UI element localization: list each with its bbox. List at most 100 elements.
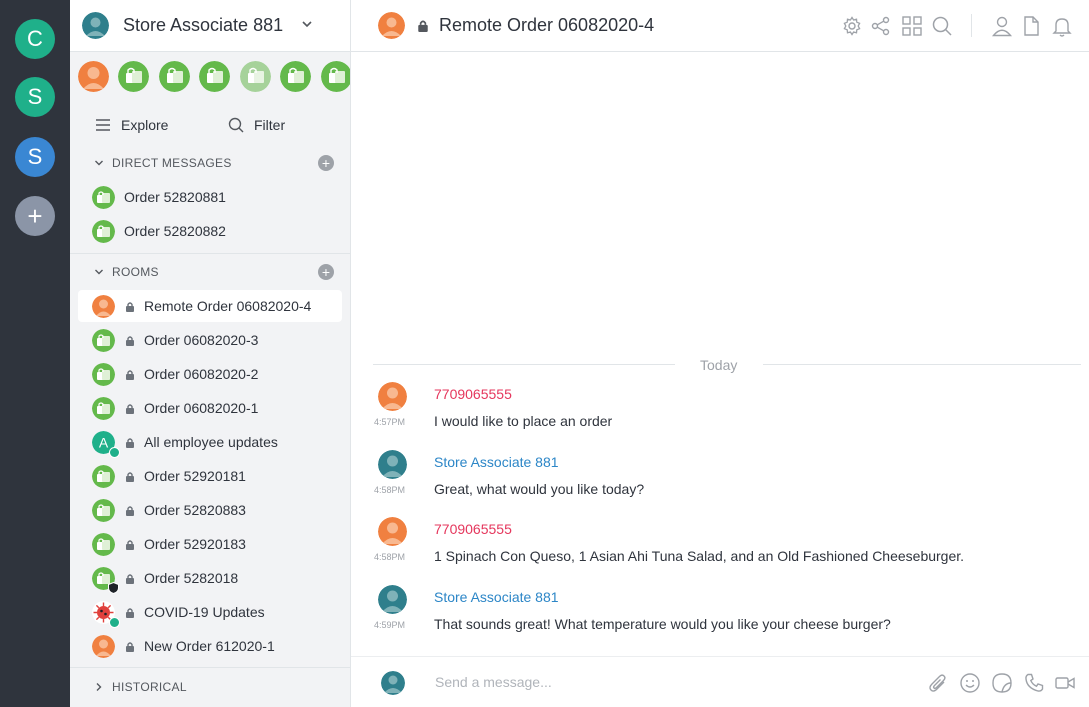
message-composer — [351, 656, 1089, 707]
share-icon[interactable] — [870, 15, 892, 37]
room-avatar[interactable] — [378, 12, 405, 39]
room-item-covid-19-updates[interactable]: COVID-19 Updates — [78, 596, 342, 628]
dm-item-order-52820882[interactable]: Order 52820882 — [78, 215, 342, 247]
user-avatar[interactable] — [82, 12, 109, 39]
message-input[interactable] — [427, 669, 907, 695]
message-text: Great, what would you like today? — [434, 481, 645, 497]
chevron-right-icon — [96, 683, 102, 691]
shopping-bag-avatar — [92, 397, 115, 420]
separator-line — [763, 364, 1081, 365]
gear-icon[interactable] — [841, 15, 863, 37]
room-item-label: Order 06082020-1 — [144, 400, 259, 416]
separator-line — [373, 364, 675, 365]
explore-button[interactable]: Explore — [95, 115, 168, 135]
room-item-order-52920181[interactable]: Order 52920181 — [78, 460, 342, 492]
shopping-bag-avatar — [92, 465, 115, 488]
server-rail: C S S + — [0, 0, 70, 707]
bell-icon[interactable] — [1051, 15, 1073, 37]
shopping-bag-avatar[interactable] — [280, 61, 312, 92]
staff-avatar[interactable] — [378, 585, 407, 614]
server-s-button[interactable]: S — [15, 77, 55, 117]
room-item-order-06082020-1[interactable]: Order 06082020-1 — [78, 392, 342, 424]
sticker-icon[interactable] — [991, 672, 1013, 694]
phone-icon[interactable] — [1023, 672, 1045, 694]
shopping-bag-avatar — [92, 220, 115, 243]
dm-item-order-52820881[interactable]: Order 52820881 — [78, 181, 342, 213]
add-server-button[interactable]: + — [15, 196, 55, 236]
shopping-bag-avatar — [92, 533, 115, 556]
message-time: 4:57PM — [374, 417, 406, 427]
shopping-bag-avatar[interactable] — [320, 61, 351, 92]
lock-icon — [126, 506, 134, 516]
message-item: 4:57PM 7709065555 I would like to place … — [351, 382, 1089, 442]
customer-avatar[interactable] — [378, 382, 407, 411]
message-time: 4:58PM — [374, 552, 406, 562]
members-icon[interactable] — [991, 15, 1013, 37]
room-item-order-5282018[interactable]: Order 5282018 — [78, 562, 342, 594]
orange-user-avatar — [92, 635, 115, 658]
sidebar: Store Associate 881 Explore Filter DIREC… — [70, 0, 351, 707]
room-item-label: Order 52920181 — [144, 468, 246, 484]
chat-main: Remote Order 06082020-4 Today 4:57PM 770… — [351, 0, 1089, 707]
orange-user-avatar — [92, 295, 115, 318]
filter-button[interactable]: Filter — [228, 115, 285, 135]
historical-heading: HISTORICAL — [112, 680, 187, 694]
room-item-label: All employee updates — [144, 434, 278, 450]
historical-toggle[interactable]: HISTORICAL — [94, 678, 187, 696]
message-time: 4:59PM — [374, 620, 406, 630]
customer-avatar[interactable] — [378, 517, 407, 546]
message-item: 4:58PM 7709065555 1 Spinach Con Queso, 1… — [351, 517, 1089, 577]
room-item-label: Order 06082020-3 — [144, 332, 259, 348]
direct-messages-toggle[interactable]: DIRECT MESSAGES — [94, 154, 232, 172]
shield-badge-icon — [108, 582, 119, 594]
message-username[interactable]: Store Associate 881 — [434, 454, 559, 470]
room-item-label: Order 5282018 — [144, 570, 239, 586]
message-username[interactable]: 7709065555 — [434, 521, 512, 537]
shopping-bag-avatar[interactable] — [118, 61, 150, 92]
shopping-bag-avatar — [92, 329, 115, 352]
search-icon[interactable] — [931, 15, 953, 37]
server-s2-button[interactable]: S — [15, 137, 55, 177]
check-badge-icon — [109, 447, 120, 458]
shopping-bag-avatar[interactable] — [158, 61, 190, 92]
dm-item-label: Order 52820881 — [124, 189, 226, 205]
rooms-heading: ROOMS — [112, 265, 159, 279]
video-camera-icon[interactable] — [1054, 672, 1076, 694]
message-username[interactable]: 7709065555 — [434, 386, 512, 402]
room-item-order-06082020-3[interactable]: Order 06082020-3 — [78, 324, 342, 356]
room-item-order-52920183[interactable]: Order 52920183 — [78, 528, 342, 560]
room-item-all-employee-updates[interactable]: A All employee updates — [78, 426, 342, 458]
room-item-remote-order-06082020-4[interactable]: Remote Order 06082020-4 — [78, 290, 342, 322]
message-item: 4:58PM Store Associate 881 Great, what w… — [351, 450, 1089, 510]
staff-avatar[interactable] — [378, 450, 407, 479]
room-item-order-52820883[interactable]: Order 52820883 — [78, 494, 342, 526]
add-direct-message-button[interactable]: + — [318, 155, 334, 171]
shopping-bag-avatar — [92, 499, 115, 522]
room-item-new-order-612020-1[interactable]: New Order 612020-1 — [78, 630, 342, 662]
lock-icon — [418, 20, 428, 32]
lock-icon — [126, 642, 134, 652]
shopping-bag-avatar[interactable] — [239, 61, 271, 92]
room-item-label: Order 06082020-2 — [144, 366, 259, 382]
server-c-button[interactable]: C — [15, 19, 55, 59]
day-separator-label: Today — [700, 357, 738, 373]
orange-user-avatar[interactable] — [78, 61, 109, 92]
room-item-order-06082020-2[interactable]: Order 06082020-2 — [78, 358, 342, 390]
file-icon[interactable] — [1020, 15, 1042, 37]
rooms-toggle[interactable]: ROOMS — [94, 263, 159, 281]
add-room-button[interactable]: + — [318, 264, 334, 280]
sidebar-header[interactable]: Store Associate 881 — [70, 0, 350, 52]
lock-icon — [126, 302, 134, 312]
day-separator: Today — [373, 356, 1081, 374]
paperclip-icon[interactable] — [927, 672, 949, 694]
self-avatar — [381, 671, 405, 695]
shopping-bag-avatar — [92, 363, 115, 386]
message-username[interactable]: Store Associate 881 — [434, 589, 559, 605]
room-item-label: Remote Order 06082020-4 — [144, 298, 312, 314]
chevron-down-icon[interactable] — [301, 18, 313, 30]
shopping-bag-avatar[interactable] — [199, 61, 231, 92]
emoji-icon[interactable] — [959, 672, 981, 694]
section-divider — [70, 667, 350, 668]
apps-grid-icon[interactable] — [901, 15, 923, 37]
menu-icon — [96, 119, 110, 131]
